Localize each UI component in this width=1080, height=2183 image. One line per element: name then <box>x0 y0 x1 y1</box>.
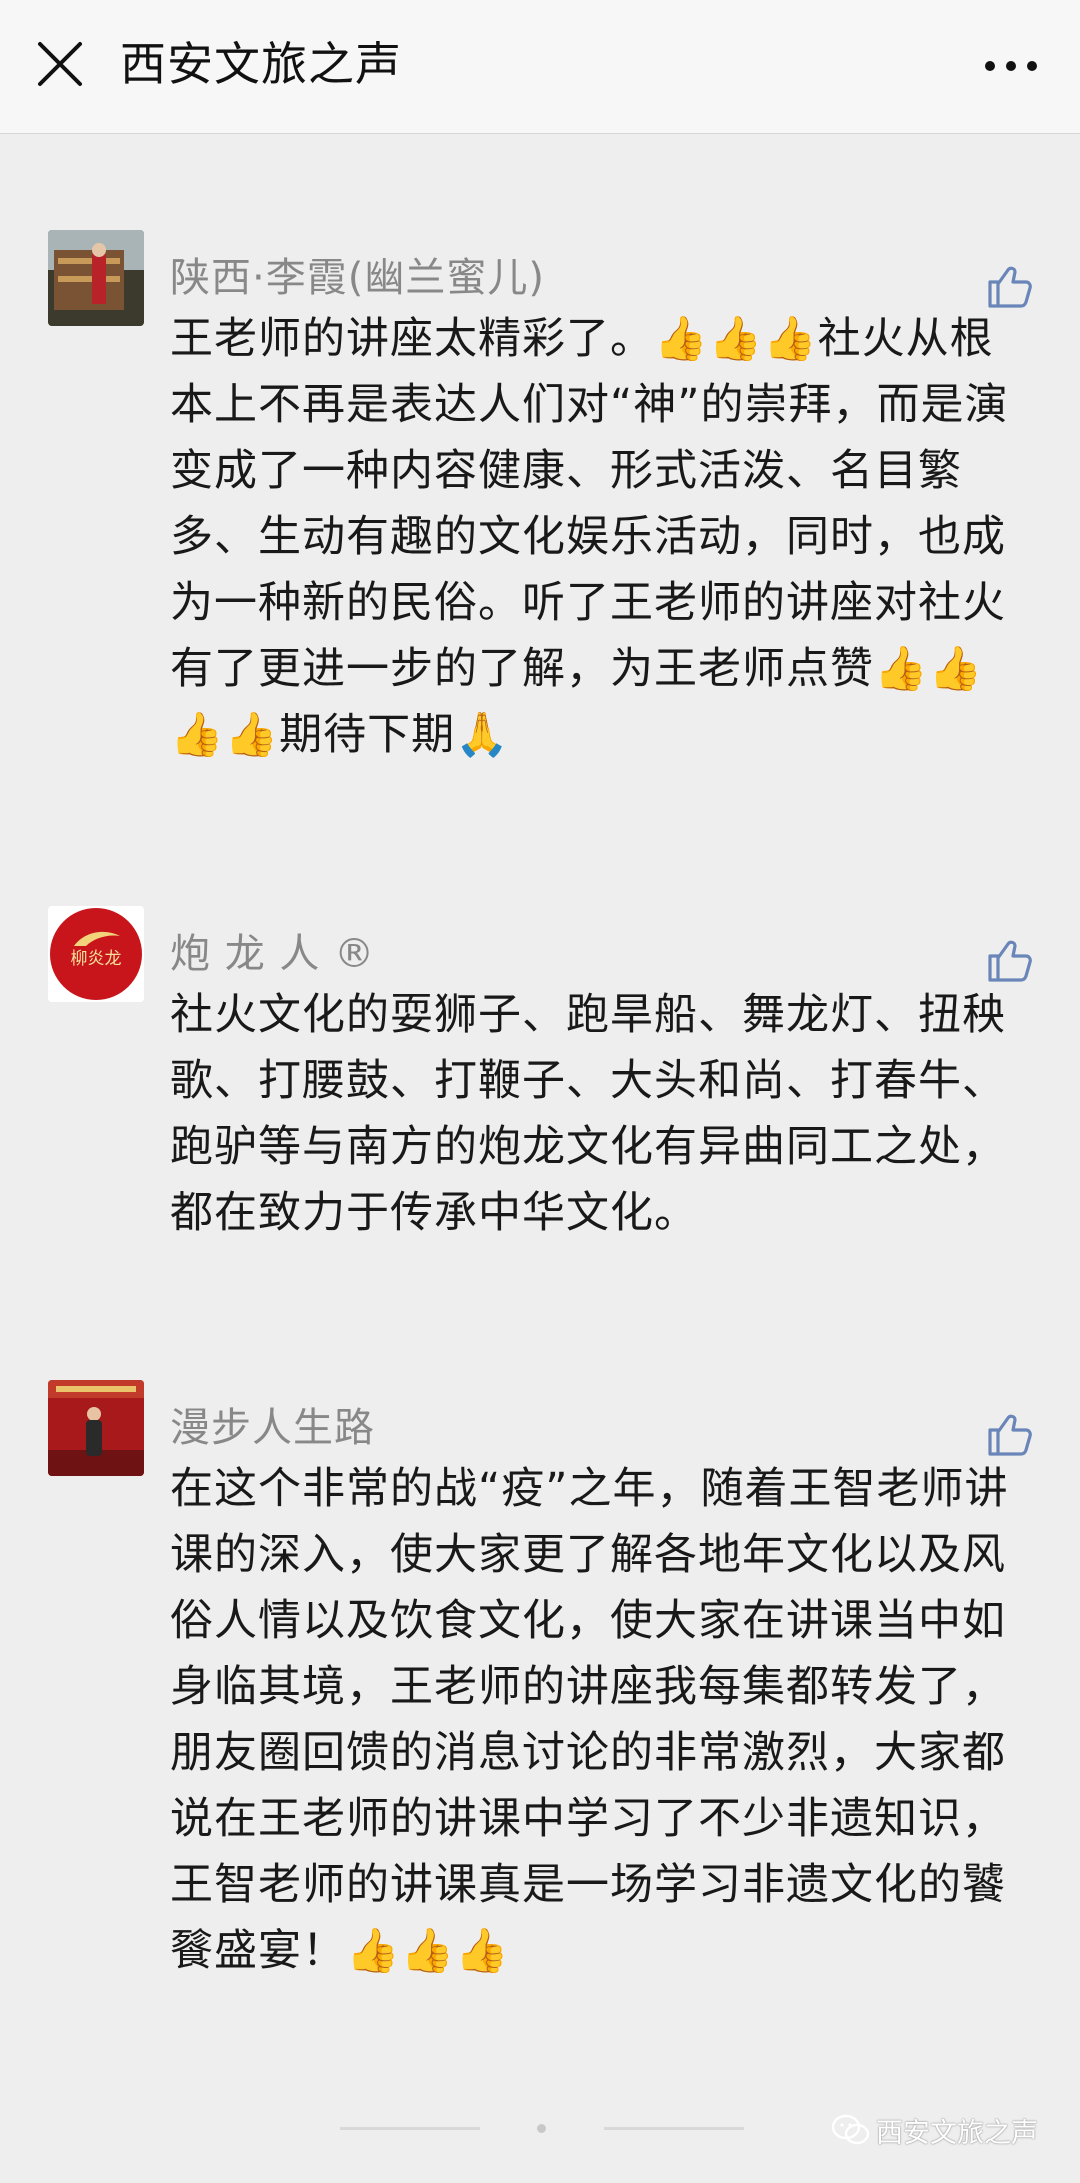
like-button[interactable] <box>984 934 1036 986</box>
watermark-text: 西安文旅之声 <box>876 2117 1038 2149</box>
avatar-logo-text: 柳炎龙 <box>71 949 122 969</box>
like-button[interactable] <box>984 1408 1036 1460</box>
avatar[interactable]: 柳炎龙 <box>48 906 144 1002</box>
page-title: 西安文旅之声 <box>120 37 402 91</box>
comment-text: 王老师的讲座太精彩了。👍👍👍社火从根本上不再是表达人们对“神”的崇拜，而是演变成… <box>170 314 1009 760</box>
more-icon <box>985 61 1037 71</box>
close-icon <box>38 42 82 86</box>
footer-dot <box>537 2124 546 2133</box>
wechat-icon <box>832 2114 870 2145</box>
footer-divider <box>340 2127 480 2130</box>
thumbs-up-icon <box>988 1414 1032 1456</box>
close-button[interactable] <box>34 38 86 90</box>
comment-nickname[interactable]: 陕西·李霞(幽兰蜜儿) <box>170 250 545 306</box>
top-bar: 西安文旅之声 <box>0 0 1080 134</box>
avatar[interactable] <box>48 230 144 326</box>
avatar[interactable] <box>48 1380 144 1476</box>
watermark: 西安文旅之声 <box>832 2108 1038 2152</box>
comment-text: 社火文化的耍狮子、跑旱船、舞龙灯、扭秧歌、打腰鼓、打鞭子、大头和尚、打春牛、跑驴… <box>170 990 1006 1238</box>
comment-nickname[interactable]: 漫步人生路 <box>170 1400 375 1456</box>
comment-nickname[interactable]: 炮 龙 人 ® <box>170 926 375 982</box>
thumbs-up-icon <box>988 940 1032 982</box>
footer-divider <box>604 2127 744 2130</box>
thumbs-up-icon <box>988 266 1032 308</box>
more-button[interactable] <box>980 40 1042 92</box>
comment-text: 在这个非常的战“疫”之年，随着王智老师讲课的深入，使大家更了解各地年文化以及风俗… <box>170 1464 1009 1976</box>
like-button[interactable] <box>984 260 1036 312</box>
